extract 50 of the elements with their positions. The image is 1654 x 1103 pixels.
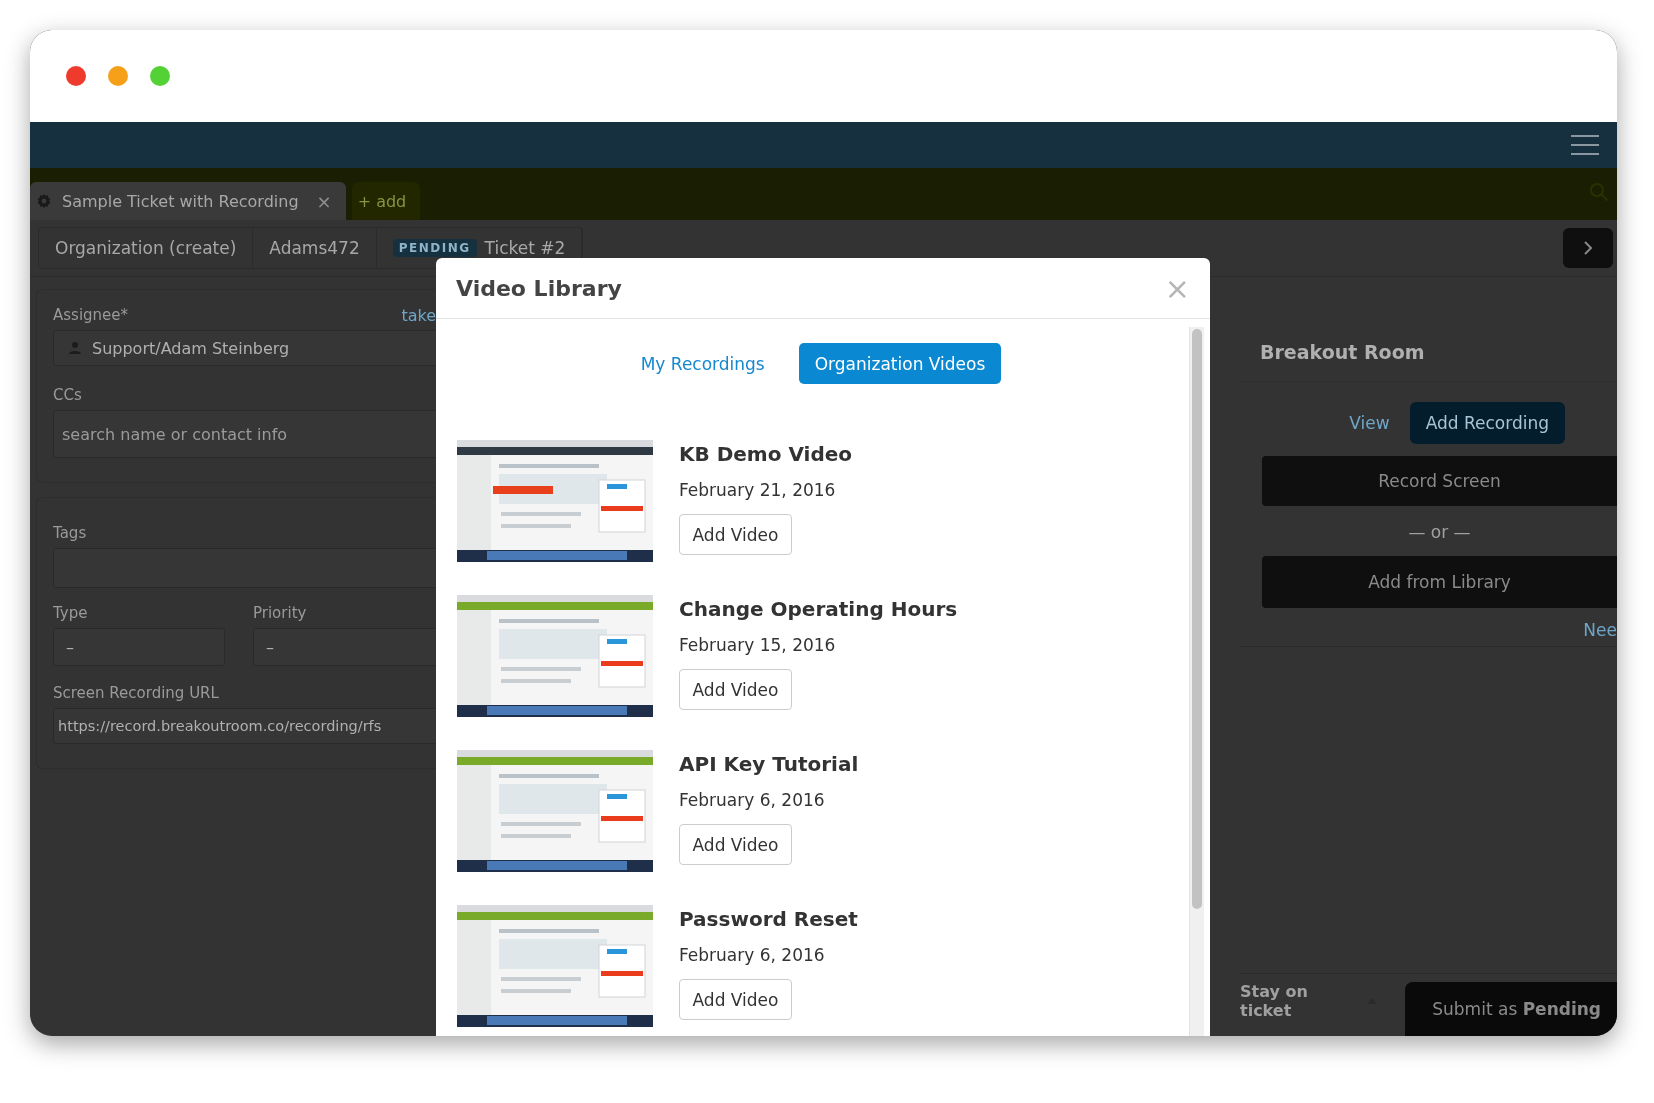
field-label: CCs: [53, 386, 83, 404]
stay-on-ticket-dropdown[interactable]: Stay on ticket: [1240, 982, 1377, 1020]
field-label: Priority: [253, 604, 308, 622]
tab-label: Organization (create): [55, 238, 237, 258]
video-title: Change Operating Hours: [679, 597, 958, 621]
next-button[interactable]: [1563, 228, 1613, 268]
gear-icon: [36, 193, 52, 209]
separator-text: — or —: [1407, 521, 1472, 544]
chevron-right-icon: [1583, 240, 1593, 256]
ticket-tab[interactable]: Sample Ticket with Recording ×: [30, 182, 346, 220]
library-tab[interactable]: My Recordings: [624, 343, 781, 384]
ticket-tab[interactable]: + add: [351, 182, 421, 220]
tab-label: Adams472: [269, 238, 360, 258]
add-video-button[interactable]: Add Video: [679, 979, 792, 1020]
close-tab-icon[interactable]: ×: [316, 190, 332, 212]
minimize-window-icon[interactable]: [108, 66, 128, 86]
video-date: February 21, 2016: [679, 480, 836, 500]
field-label: Screen Recording URL: [53, 684, 220, 702]
person-icon: [68, 341, 82, 355]
maximize-window-icon[interactable]: [150, 66, 170, 86]
menu-icon[interactable]: [1571, 134, 1599, 156]
view-link[interactable]: View: [1349, 413, 1390, 433]
video-title: KB Demo Video: [679, 442, 853, 466]
type-select[interactable]: –: [53, 628, 225, 666]
add-from-library-button[interactable]: Add from Library: [1262, 556, 1617, 608]
add-video-button[interactable]: Add Video: [679, 669, 792, 710]
scrollbar[interactable]: [1189, 327, 1204, 1036]
status-badge: PENDING: [392, 239, 477, 257]
record-screen-button[interactable]: Record Screen: [1262, 456, 1617, 506]
panel-title: Breakout Room: [1240, 327, 1617, 382]
close-window-icon[interactable]: [66, 66, 86, 86]
video-date: February 6, 2016: [679, 945, 825, 965]
field-label: Type: [53, 604, 89, 622]
breadcrumb-tab[interactable]: Adams472: [253, 228, 377, 268]
help-link[interactable]: Nee: [1583, 620, 1617, 640]
breadcrumb-tab[interactable]: Organization (create): [39, 228, 254, 268]
field-label: Assignee*: [53, 306, 129, 324]
take-link[interactable]: take: [401, 306, 436, 330]
library-tab[interactable]: Organization Videos: [798, 343, 1002, 384]
video-title: Password Reset: [679, 907, 858, 931]
field-label: Tags: [53, 524, 88, 542]
add-video-button[interactable]: Add Video: [679, 824, 792, 865]
tab-label: Ticket #2: [484, 238, 566, 258]
submit-button[interactable]: Submit as Pending: [1405, 982, 1617, 1036]
video-date: February 15, 2016: [679, 635, 836, 655]
video-date: February 6, 2016: [679, 790, 825, 810]
add-video-button[interactable]: Add Video: [679, 514, 792, 555]
video-title: API Key Tutorial: [679, 752, 859, 776]
add-recording-button[interactable]: Add Recording: [1409, 402, 1565, 444]
dialog-title: Video Library: [456, 275, 622, 301]
